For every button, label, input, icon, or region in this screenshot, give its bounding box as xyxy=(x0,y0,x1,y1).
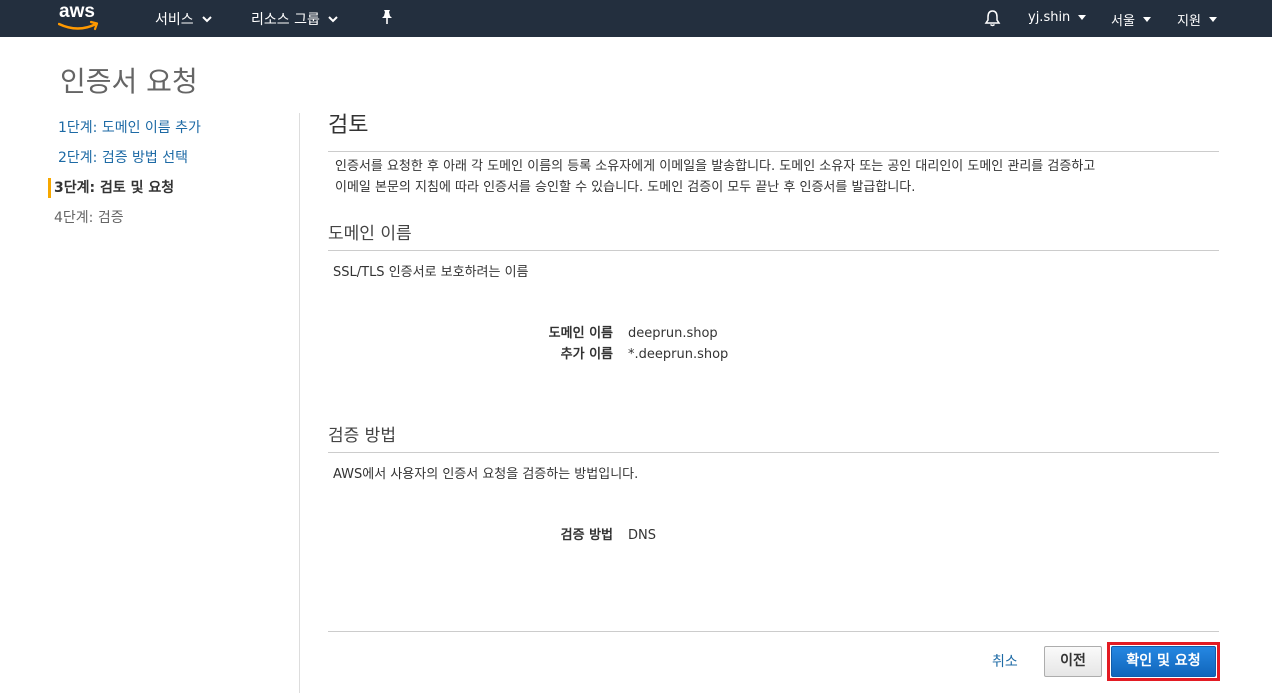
additional-names-row: 추가 이름 *.deeprun.shop xyxy=(328,344,729,365)
top-navigation-bar: aws 서비스 리소스 그룹 yj.shin 서울 지원 xyxy=(0,0,1272,37)
domain-section-heading: 도메인 이름 xyxy=(328,224,412,244)
review-description-line-2: 이메일 본문의 지침에 따라 인증서를 승인할 수 있습니다. 도메인 검증이 … xyxy=(335,180,916,195)
divider xyxy=(328,250,1219,251)
previous-button[interactable]: 이전 xyxy=(1044,646,1102,677)
bell-icon xyxy=(984,10,1001,27)
support-label: 지원 xyxy=(1177,14,1201,29)
validation-method-value: DNS xyxy=(628,528,656,543)
services-menu[interactable]: 서비스 xyxy=(155,9,212,29)
validation-section-heading: 검증 방법 xyxy=(328,426,396,446)
divider xyxy=(328,452,1219,453)
pin-button[interactable] xyxy=(380,9,394,25)
chevron-down-icon xyxy=(328,15,338,22)
resource-groups-menu[interactable]: 리소스 그룹 xyxy=(251,9,338,29)
caret-down-icon xyxy=(1208,17,1217,22)
domain-name-value: deeprun.shop xyxy=(628,326,718,341)
validation-section-description: AWS에서 사용자의 인증서 요청을 검증하는 방법입니다. xyxy=(333,467,639,482)
additional-names-label: 추가 이름 xyxy=(560,347,613,362)
caret-down-icon xyxy=(1142,17,1151,22)
region-menu[interactable]: 서울 xyxy=(1111,10,1151,29)
user-menu[interactable]: yj.shin xyxy=(1028,10,1087,25)
sidebar-divider xyxy=(299,113,300,693)
review-panel: 검토 인증서를 요청한 후 아래 각 도메인 이름의 등록 소유자에게 이메일을… xyxy=(328,110,1219,198)
chevron-down-icon xyxy=(201,15,212,22)
confirm-and-request-button[interactable]: 확인 및 요청 xyxy=(1111,646,1216,677)
cancel-button[interactable]: 취소 xyxy=(992,651,1018,671)
resource-groups-label: 리소스 그룹 xyxy=(251,12,320,28)
aws-smile-icon xyxy=(58,20,99,31)
support-menu[interactable]: 지원 xyxy=(1177,10,1217,29)
domain-name-row: 도메인 이름 deeprun.shop xyxy=(328,323,718,344)
wizard-steps: 1단계: 도메인 이름 추가 2단계: 검증 방법 선택 3단계: 검토 및 요… xyxy=(48,118,298,238)
footer-divider xyxy=(328,631,1219,632)
validation-method-section: 검증 방법 AWS에서 사용자의 인증서 요청을 검증하는 방법입니다. xyxy=(328,421,1219,485)
divider xyxy=(328,151,1219,152)
validation-method-row: 검증 방법 DNS xyxy=(328,525,656,546)
review-heading: 검토 xyxy=(328,113,369,138)
domain-name-label: 도메인 이름 xyxy=(548,326,613,341)
page-title: 인증서 요청 xyxy=(60,65,198,98)
step-2-link[interactable]: 2단계: 검증 방법 선택 xyxy=(48,148,298,178)
pin-icon xyxy=(382,10,392,24)
step-4: 4단계: 검증 xyxy=(54,210,124,226)
domain-section-description: SSL/TLS 인증서로 보호하려는 이름 xyxy=(333,265,529,280)
aws-logo[interactable]: aws xyxy=(58,1,102,34)
region-label: 서울 xyxy=(1111,14,1135,29)
domain-name-section: 도메인 이름 SSL/TLS 인증서로 보호하려는 이름 xyxy=(328,219,1219,283)
notifications-button[interactable] xyxy=(984,9,1001,27)
services-label: 서비스 xyxy=(155,12,194,28)
review-description-line-1: 인증서를 요청한 후 아래 각 도메인 이름의 등록 소유자에게 이메일을 발송… xyxy=(335,159,1096,174)
validation-method-label: 검증 방법 xyxy=(560,528,613,543)
additional-names-value: *.deeprun.shop xyxy=(628,347,729,362)
step-3-current: 3단계: 검토 및 요청 xyxy=(48,178,298,208)
caret-down-icon xyxy=(1078,15,1087,20)
user-name: yj.shin xyxy=(1028,10,1071,25)
step-1-link[interactable]: 1단계: 도메인 이름 추가 xyxy=(48,118,298,148)
